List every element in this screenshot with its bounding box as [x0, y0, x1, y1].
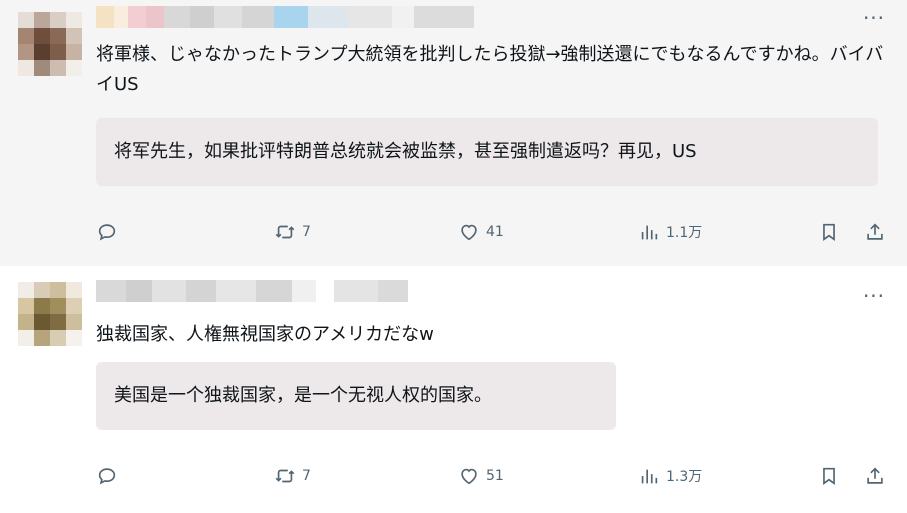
reply-icon [98, 468, 116, 485]
views-button[interactable]: 1.1万 [638, 218, 702, 246]
author-name-blurred[interactable] [96, 280, 408, 302]
author-name-blurred[interactable] [96, 6, 474, 28]
post-text: 将軍様、じゃなかったトランプ大統領を批判したら投獄→強制送還にでもなるんですかね… [96, 44, 884, 95]
like-button[interactable]: 51 [458, 462, 504, 490]
heart-icon [461, 224, 477, 241]
retweet-count: 7 [302, 224, 311, 240]
reply-post[interactable]: ··· 独裁国家、人権無視国家のアメリカだなw 美国是一个独裁国家，是一个无视人… [0, 266, 907, 513]
views-button[interactable]: 1.3万 [638, 462, 702, 490]
retweet-button[interactable]: 7 [274, 218, 311, 246]
avatar[interactable] [18, 282, 82, 346]
reply-button[interactable] [96, 218, 118, 246]
reply-post[interactable]: ··· 将軍様、じゃなかったトランプ大統領を批判したら投獄→強制送還にでもなるん… [0, 0, 907, 266]
retweet-icon [275, 469, 295, 483]
views-icon [641, 225, 658, 240]
action-bar: 7 51 1.3万 [96, 462, 896, 490]
share-button[interactable] [864, 462, 886, 490]
translation-box: 将军先生，如果批评特朗普总统就会被监禁，甚至强制遣返吗？再见，US [96, 118, 878, 186]
heart-icon [461, 468, 477, 485]
retweet-count: 7 [302, 468, 311, 484]
bookmark-icon [823, 467, 835, 485]
reply-icon [98, 224, 116, 241]
view-count: 1.1万 [666, 225, 703, 241]
avatar[interactable] [18, 12, 82, 76]
share-button[interactable] [864, 218, 886, 246]
views-icon [641, 469, 658, 484]
bookmark-button[interactable] [818, 462, 840, 490]
reply-button[interactable] [96, 462, 118, 490]
like-button[interactable]: 41 [458, 218, 504, 246]
like-count: 41 [486, 224, 504, 240]
action-bar: 7 41 1.1万 [96, 218, 896, 246]
view-count: 1.3万 [666, 469, 703, 485]
bookmark-icon [823, 223, 835, 241]
translation-box: 美国是一个独裁国家，是一个无视人权的国家。 [96, 362, 616, 430]
post-text: 独裁国家、人権無視国家のアメリカだなw [96, 324, 434, 345]
like-count: 51 [486, 468, 504, 484]
more-options-icon[interactable]: ··· [859, 8, 889, 32]
share-icon [867, 223, 883, 240]
retweet-icon [275, 225, 295, 239]
more-options-icon[interactable]: ··· [859, 286, 889, 310]
bookmark-button[interactable] [818, 218, 840, 246]
retweet-button[interactable]: 7 [274, 462, 311, 490]
share-icon [867, 467, 883, 484]
